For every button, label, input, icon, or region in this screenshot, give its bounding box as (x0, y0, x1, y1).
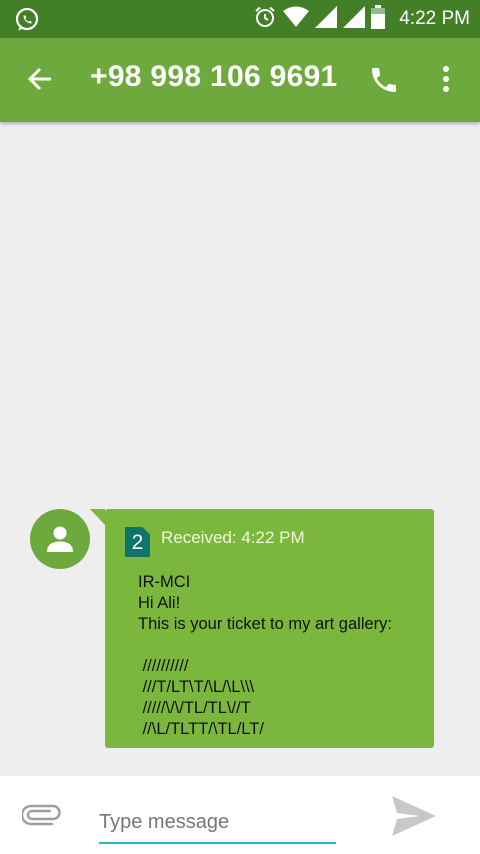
back-arrow-icon[interactable] (26, 65, 54, 98)
signal-icon (315, 5, 338, 33)
person-icon (47, 526, 73, 552)
message-bubble[interactable]: 2 Received: 4:22 PM IR-MCI Hi Ali! This … (90, 509, 434, 748)
status-time: 4:22 PM (399, 8, 470, 29)
contact-title: +98 998 106 9691 (90, 60, 338, 93)
whatsapp-notification-icon (14, 7, 40, 38)
compose-bar (0, 776, 480, 854)
signal-icon-2 (343, 5, 366, 33)
more-options-icon[interactable] (436, 64, 456, 99)
conversation-toolbar: +98 998 106 9691 (0, 38, 480, 122)
alarm-icon (253, 5, 277, 34)
battery-icon (371, 4, 386, 34)
received-timestamp: Received: 4:22 PM (161, 528, 305, 547)
phone-call-icon[interactable] (368, 64, 400, 101)
wifi-icon (283, 6, 310, 33)
contact-avatar[interactable] (30, 509, 90, 569)
message-text: IR-MCI Hi Ali! This is your ticket to my… (138, 573, 392, 738)
sim-card-badge: 2 (125, 527, 150, 557)
status-bar: 4:22 PM (0, 0, 480, 38)
send-icon[interactable] (390, 794, 438, 843)
message-input[interactable] (99, 802, 336, 844)
message-thread[interactable]: 2 Received: 4:22 PM IR-MCI Hi Ali! This … (0, 122, 480, 776)
paperclip-icon[interactable] (20, 804, 62, 831)
